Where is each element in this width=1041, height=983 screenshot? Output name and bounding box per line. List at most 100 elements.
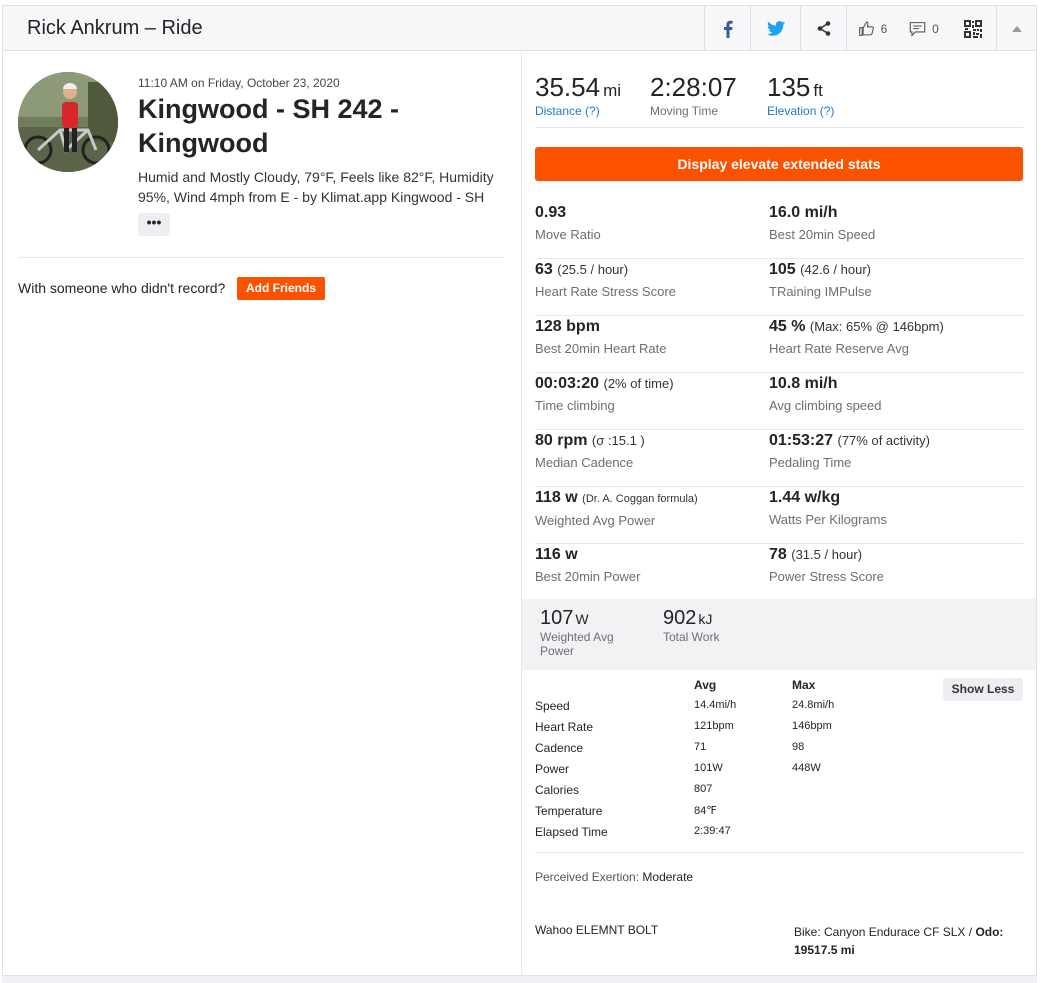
- stats-row: 118 w (Dr. A. Coggan formula) Weighted A…: [535, 487, 1023, 544]
- stat-label: Best 20min Speed: [769, 227, 876, 242]
- divider: [18, 257, 504, 258]
- elevation-value: 135: [767, 72, 811, 102]
- stat-avg-climbing-speed: 10.8 mi/h Avg climbing speed: [769, 373, 1003, 413]
- kudos-count: 6: [880, 21, 888, 36]
- avatar[interactable]: [18, 72, 118, 172]
- stat-value: 10.8 mi/h: [769, 375, 838, 392]
- stat-value: 1.44 w/kg: [769, 489, 841, 506]
- stat-label: Weighted Avg Power: [540, 630, 614, 658]
- stat-time-climbing: 00:03:20 (2% of time) Time climbing: [535, 373, 769, 413]
- stat-value: 0.93: [535, 204, 567, 221]
- stat-value: 902: [663, 607, 697, 629]
- stat-hr-stress-score: 63 (25.5 / hour) Heart Rate Stress Score: [535, 259, 769, 299]
- perceived-exertion: Perceived Exertion: Moderate: [535, 870, 693, 884]
- activity-header: Rick Ankrum – Ride 6 0: [3, 6, 1036, 51]
- facebook-share-button[interactable]: [704, 6, 750, 51]
- stat-best-20min-hr: 128 bpm Best 20min Heart Rate: [535, 316, 769, 356]
- more-description-button[interactable]: •••: [138, 213, 170, 236]
- stat-value: 80 rpm: [535, 432, 588, 449]
- moving-time-stat: 2:28:07 Moving Time: [650, 72, 737, 118]
- activity-title: Kingwood - SH 242 - Kingwood: [138, 94, 400, 158]
- stat-label: Best 20min Heart Rate: [535, 341, 667, 356]
- stat-power-stress-score: 78 (31.5 / hour) Power Stress Score: [769, 544, 1003, 584]
- elevation-unit: ft: [813, 81, 823, 100]
- stat-label: Pedaling Time: [769, 455, 852, 470]
- stat-label: Heart Rate Stress Score: [535, 284, 676, 299]
- share-icon: [817, 21, 830, 36]
- stat-label: Power Stress Score: [769, 569, 884, 584]
- stat-move-ratio: 0.93 Move Ratio: [535, 202, 769, 242]
- column-divider: [521, 52, 522, 980]
- stat-label: Watts Per Kilograms: [769, 512, 887, 527]
- stat-label: TRaining IMPulse: [769, 284, 872, 299]
- stat-label: Weighted Avg Power: [535, 513, 656, 528]
- athlete-photo: [18, 72, 118, 172]
- thumbs-up-icon: [858, 21, 874, 36]
- stat-watts-per-kg: 1.44 w/kg Watts Per Kilograms: [769, 487, 1003, 527]
- moving-time-value: 2:28:07: [650, 72, 737, 102]
- stats-row: 00:03:20 (2% of time) Time climbing 10.8…: [535, 373, 1023, 430]
- stats-row: 63 (25.5 / hour) Heart Rate Stress Score…: [535, 259, 1023, 316]
- stat-extra: (σ :15.1 ): [591, 433, 645, 448]
- stat-value: 16.0 mi/h: [769, 204, 838, 221]
- twitter-share-button[interactable]: [750, 6, 800, 51]
- collapse-button[interactable]: [996, 6, 1036, 51]
- share-button[interactable]: [800, 6, 846, 51]
- stat-label: Total Work: [663, 630, 720, 644]
- stats-row: 0.93 Move Ratio 16.0 mi/h Best 20min Spe…: [535, 202, 1023, 259]
- odo-value: 19517.5 mi: [794, 943, 855, 957]
- stat-value: 78: [769, 546, 787, 563]
- stat-hr-reserve-avg: 45 % (Max: 65% @ 146bpm) Heart Rate Rese…: [769, 316, 1003, 356]
- activity-description: Humid and Mostly Cloudy, 79°F, Feels lik…: [138, 169, 494, 205]
- kudos-button[interactable]: 6: [846, 6, 898, 51]
- stat-extra: (77% of activity): [837, 433, 930, 448]
- stat-extra: (Dr. A. Coggan formula): [582, 493, 698, 505]
- moving-time-label: Moving Time: [650, 104, 719, 118]
- stat-pedaling-time: 01:53:27 (77% of activity) Pedaling Time: [769, 430, 1003, 470]
- stat-value: 00:03:20: [535, 375, 600, 392]
- weighted-avg-power-stat: 107 W Weighted Avg Power: [540, 607, 640, 658]
- stat-value: 128 bpm: [535, 318, 600, 335]
- distance-label[interactable]: Distance (?): [535, 104, 621, 118]
- elevation-stat: 135 ft Elevation (?): [767, 72, 834, 118]
- comments-button[interactable]: 0: [898, 6, 950, 51]
- elevation-label[interactable]: Elevation (?): [767, 104, 834, 118]
- stat-unit: kJ: [698, 611, 713, 627]
- stat-label: Move Ratio: [535, 227, 601, 242]
- exertion-label: Perceived Exertion:: [535, 870, 640, 884]
- stat-extra: (31.5 / hour): [791, 547, 863, 562]
- stat-label: Avg climbing speed: [769, 398, 882, 413]
- qr-code-button[interactable]: [950, 6, 996, 51]
- stat-extra: (2% of time): [603, 376, 674, 391]
- stat-median-cadence: 80 rpm (σ :15.1 ) Median Cadence: [535, 430, 769, 470]
- facebook-icon: [723, 20, 733, 38]
- qr-code-icon: [964, 19, 982, 38]
- distance-stat: 35.54 mi Distance (?): [535, 72, 621, 118]
- distance-unit: mi: [603, 81, 622, 100]
- odo-label: Odo:: [975, 925, 1004, 939]
- header-avg: Avg: [694, 678, 717, 692]
- bike-info: Bike: Canyon Endurace CF SLX / Odo: 1951…: [794, 923, 1024, 959]
- bottom-strip: [2, 975, 1037, 983]
- divider: [535, 127, 1023, 128]
- with-someone-text: With someone who didn't record?: [18, 280, 226, 296]
- stat-trimp: 105 (42.6 / hour) TRaining IMPulse: [769, 259, 1003, 299]
- activity-panel: Rick Ankrum – Ride 6 0 11:10 AM on Frida…: [2, 5, 1037, 980]
- comments-count: 0: [932, 21, 939, 36]
- header-max: Max: [792, 678, 816, 692]
- stat-value: 01:53:27: [769, 432, 834, 449]
- stat-label: Median Cadence: [535, 455, 634, 470]
- power-summary-band: 107 W Weighted Avg Power 902 kJ Total Work: [522, 599, 1036, 670]
- collapse-arrow-icon: [1011, 25, 1022, 32]
- total-work-stat: 902 kJ Total Work: [663, 607, 763, 644]
- show-less-button[interactable]: Show Less: [943, 678, 1023, 701]
- stat-weighted-avg-power: 118 w (Dr. A. Coggan formula) Weighted A…: [535, 487, 769, 528]
- add-friends-button[interactable]: Add Friends: [237, 277, 325, 300]
- stat-value: 105: [769, 261, 796, 278]
- exertion-value: Moderate: [642, 870, 694, 884]
- stat-extra: (25.5 / hour): [557, 262, 629, 277]
- elevate-extended-stats-button[interactable]: Display elevate extended stats: [535, 147, 1023, 181]
- twitter-icon: [766, 21, 785, 36]
- stat-value: 118 w: [535, 489, 578, 506]
- stats-row: 116 w Best 20min Power 78 (31.5 / hour) …: [535, 544, 1023, 601]
